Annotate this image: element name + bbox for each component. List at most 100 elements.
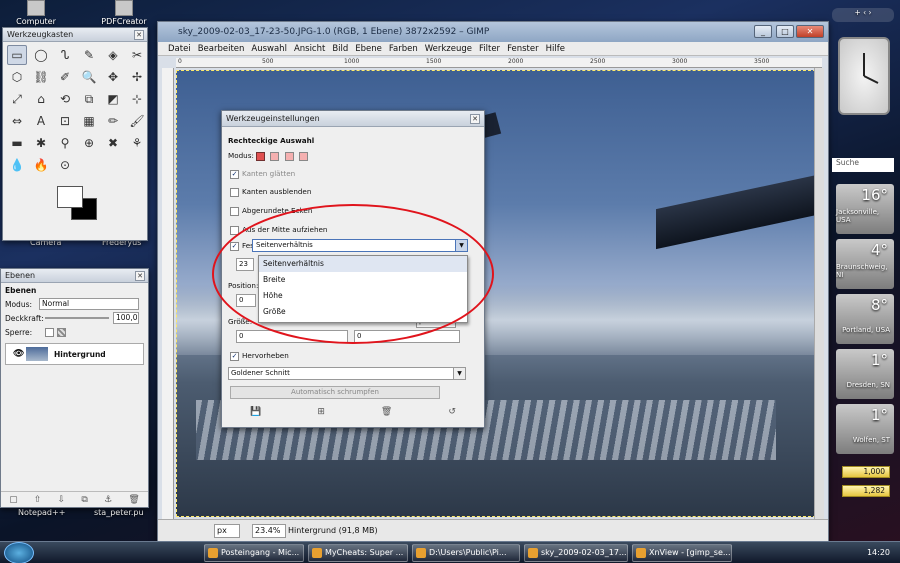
menu-ebene[interactable]: Ebene: [355, 42, 382, 55]
desktop-label-notepad[interactable]: Notepad++: [18, 508, 65, 517]
tool-icon[interactable]: A: [31, 111, 51, 131]
close-button[interactable]: ✕: [796, 25, 824, 38]
menu-bearbeiten[interactable]: Bearbeiten: [198, 42, 245, 55]
mode-select[interactable]: Normal: [39, 298, 139, 310]
tool-icon[interactable]: 🔥: [31, 155, 51, 175]
tool-icon[interactable]: ✥: [103, 67, 123, 87]
tool-icon[interactable]: ✐: [55, 67, 75, 87]
tool-icon[interactable]: 🔍: [79, 67, 99, 87]
tool-icon[interactable]: ᔐ: [55, 45, 75, 65]
restore-options-icon[interactable]: ⊞: [317, 407, 325, 421]
tool-icon[interactable]: ⇔: [7, 111, 27, 131]
anchor-layer-icon[interactable]: ⚓: [104, 495, 112, 505]
search-gadget[interactable]: Suche: [832, 158, 894, 172]
tool-icon[interactable]: ⌂: [31, 89, 51, 109]
option-highlight[interactable]: ✓ Hervorheben: [230, 351, 289, 361]
feather-checkbox[interactable]: [230, 187, 239, 197]
mode-subtract-icon[interactable]: [284, 151, 294, 161]
chevron-down-icon[interactable]: ▼: [453, 368, 465, 379]
raise-layer-icon[interactable]: ⇧: [34, 495, 42, 505]
tool-icon[interactable]: ⧉: [79, 89, 99, 109]
menu-farben[interactable]: Farben: [389, 42, 418, 55]
tool-icon[interactable]: 🖌: [127, 111, 147, 131]
option-antialias[interactable]: ✓ Kanten glätten: [230, 169, 295, 179]
menu-hilfe[interactable]: Hilfe: [546, 42, 565, 55]
tool-icon[interactable]: ◯: [31, 45, 51, 65]
mode-replace-icon[interactable]: [256, 151, 266, 161]
duplicate-layer-icon[interactable]: ⧉: [81, 495, 87, 505]
close-icon[interactable]: ✕: [135, 271, 145, 281]
tool-icon[interactable]: 💧: [7, 155, 27, 175]
lock-alpha-checkbox[interactable]: [57, 327, 66, 337]
tool-icon[interactable]: ▭: [7, 45, 27, 65]
menu-bild[interactable]: Bild: [332, 42, 348, 55]
tool-icon[interactable]: ▦: [79, 111, 99, 131]
tool-icon[interactable]: ⬡: [7, 67, 27, 87]
layer-row-hintergrund[interactable]: 👁 Hintergrund: [5, 343, 144, 365]
lock-pixels-checkbox[interactable]: [45, 327, 54, 337]
option-feather[interactable]: Kanten ausblenden: [230, 187, 311, 197]
tool-icon[interactable]: ✏: [103, 111, 123, 131]
menu-filter[interactable]: Filter: [479, 42, 500, 55]
taskbar-item-gimp[interactable]: sky_2009-02-03_17...: [524, 544, 628, 562]
highlight-checkbox[interactable]: ✓: [230, 351, 239, 361]
tool-icon[interactable]: ⊙: [55, 155, 75, 175]
taskbar-item-explorer[interactable]: D:\Users\Public\Pi...: [412, 544, 520, 562]
foreground-color-swatch[interactable]: [57, 186, 83, 208]
tool-icon[interactable]: ✎: [79, 45, 99, 65]
auto-shrink-button[interactable]: Automatisch schrumpfen: [230, 386, 440, 399]
sidebar-controls[interactable]: + ‹ ›: [832, 8, 894, 22]
menu-ansicht[interactable]: Ansicht: [294, 42, 325, 55]
tool-icon[interactable]: ✢: [127, 67, 147, 87]
tool-icon[interactable]: ◩: [103, 89, 123, 109]
guides-select[interactable]: Goldener Schnitt ▼: [228, 367, 466, 380]
tool-icon[interactable]: ⊡: [55, 111, 75, 131]
close-icon[interactable]: ✕: [134, 30, 144, 40]
tool-icon[interactable]: ⟲: [55, 89, 75, 109]
tool-icon[interactable]: ◈: [103, 45, 123, 65]
tool-icon[interactable]: ✂: [127, 45, 147, 65]
tool-icon[interactable]: ▬: [7, 133, 27, 153]
eye-icon[interactable]: 👁: [13, 349, 24, 359]
clock-time[interactable]: 14:20: [867, 544, 890, 562]
desktop-label-sta-peter[interactable]: sta_peter.pu: [94, 508, 144, 517]
tool-icon[interactable]: ⚲: [55, 133, 75, 153]
opacity-slider[interactable]: [45, 317, 109, 319]
minimize-button[interactable]: _: [754, 25, 772, 38]
tool-icon[interactable]: ✱: [31, 133, 51, 153]
taskbar-item-firefox[interactable]: MyCheats: Super ...: [308, 544, 408, 562]
lower-layer-icon[interactable]: ⇩: [58, 495, 66, 505]
tool-icon[interactable]: ⤢: [7, 89, 27, 109]
rounded-checkbox[interactable]: [230, 206, 239, 216]
mode-add-icon[interactable]: [270, 151, 280, 161]
menu-fenster[interactable]: Fenster: [507, 42, 539, 55]
vertical-ruler[interactable]: [162, 68, 174, 524]
desktop-icon-computer[interactable]: Computer: [8, 0, 64, 26]
layers-tab-label[interactable]: Ebenen: [5, 286, 36, 295]
vertical-scrollbar[interactable]: [814, 68, 824, 520]
tool-icon[interactable]: ✖: [103, 133, 123, 153]
taskbar-item-xnview[interactable]: XnView - [gimp_se...: [632, 544, 732, 562]
taskbar-item-outlook[interactable]: Posteingang - Mic...: [204, 544, 304, 562]
menu-werkzeuge[interactable]: Werkzeuge: [425, 42, 472, 55]
antialias-checkbox[interactable]: ✓: [230, 169, 239, 179]
fg-bg-colors[interactable]: [55, 186, 105, 226]
unit-select[interactable]: px: [214, 524, 240, 538]
menu-auswahl[interactable]: Auswahl: [251, 42, 287, 55]
delete-layer-icon[interactable]: 🗑: [128, 495, 139, 505]
save-options-icon[interactable]: 💾: [250, 407, 261, 421]
close-icon[interactable]: ✕: [470, 114, 480, 124]
tool-icon[interactable]: ⛓: [31, 67, 51, 87]
new-layer-icon[interactable]: ▢: [9, 495, 18, 505]
tool-icon[interactable]: ⊕: [79, 133, 99, 153]
zoom-select[interactable]: 23.4%: [252, 524, 286, 538]
tool-icon[interactable]: ⊹: [127, 89, 147, 109]
maximize-button[interactable]: □: [776, 25, 794, 38]
menu-datei[interactable]: Datei: [168, 42, 191, 55]
opacity-value[interactable]: 100,0: [113, 312, 139, 324]
mode-intersect-icon[interactable]: [299, 151, 309, 161]
horizontal-ruler[interactable]: 0 500 1000 1500 2000 2500 3000 3500: [176, 58, 822, 68]
start-button[interactable]: [4, 542, 34, 563]
delete-options-icon[interactable]: 🗑: [381, 407, 392, 421]
reset-options-icon[interactable]: ↺: [448, 407, 456, 421]
